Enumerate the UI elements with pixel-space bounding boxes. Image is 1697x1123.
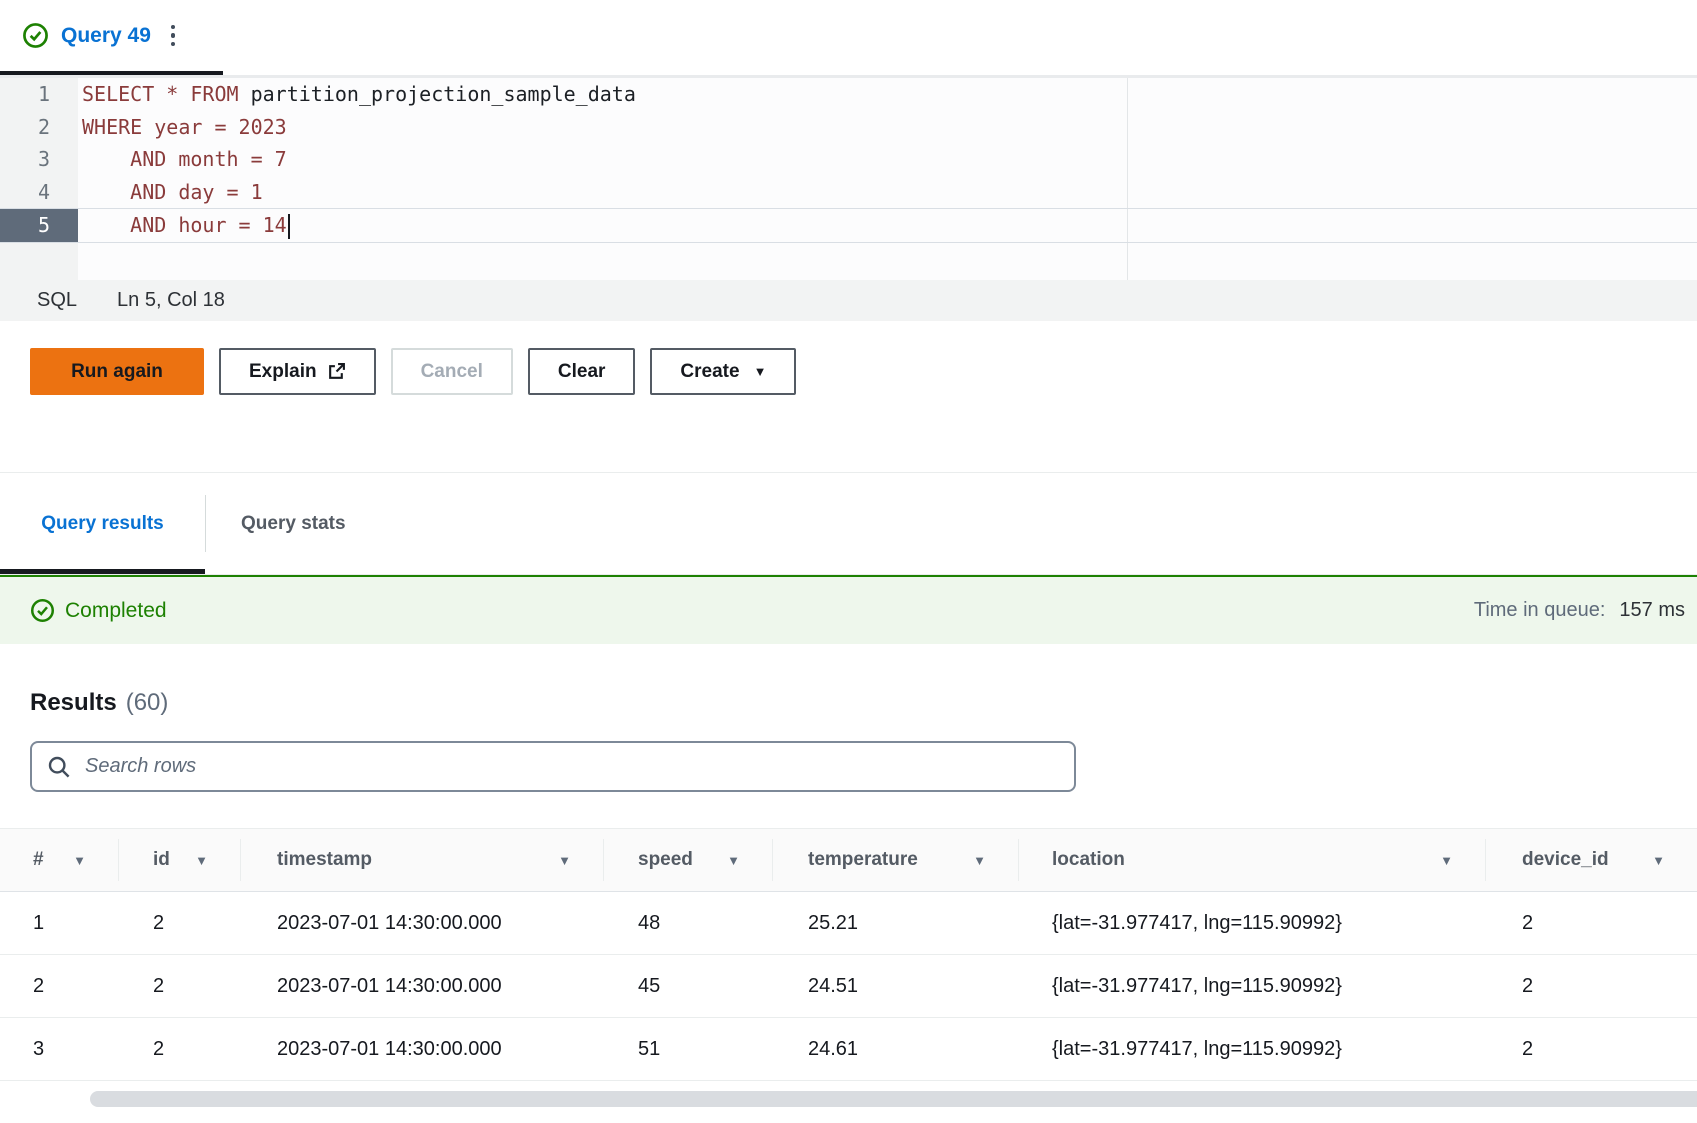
- column-header-speed: speed ▼: [603, 829, 772, 891]
- create-label: Create: [680, 361, 739, 383]
- column-header-temperature: temperature ▼: [772, 829, 1018, 891]
- query-results-tab-label: Query results: [41, 513, 164, 535]
- query-tab[interactable]: Query 49: [0, 0, 223, 75]
- create-dropdown-button[interactable]: Create ▼: [650, 348, 796, 395]
- code-line-1[interactable]: 1 SELECT * FROM partition_projection_sam…: [0, 78, 1697, 111]
- results-tab-bar: Query results Query stats: [0, 473, 1697, 575]
- cell-speed: 45: [603, 955, 772, 1017]
- cell-index: 2: [0, 955, 118, 1017]
- tab-query-stats[interactable]: Query stats: [206, 473, 381, 574]
- code-text: SELECT * FROM partition_projection_sampl…: [78, 78, 636, 111]
- clear-label: Clear: [558, 361, 606, 383]
- cell-timestamp: 2023-07-01 14:30:00.000: [240, 955, 603, 1017]
- cell-temperature: 24.61: [772, 1018, 1018, 1080]
- results-count: (60): [126, 689, 169, 717]
- search-rows-input[interactable]: [30, 741, 1076, 792]
- filter-icon[interactable]: ▼: [193, 852, 210, 869]
- editor-status-bar: SQL Ln 5, Col 18: [0, 280, 1697, 321]
- explain-label: Explain: [249, 361, 317, 383]
- query-actions: Run again Explain Cancel Clear Create ▼: [0, 321, 1697, 395]
- column-header-index: # ▼: [0, 829, 118, 891]
- time-in-queue-label: Time in queue:: [1474, 599, 1606, 622]
- chevron-down-icon: ▼: [754, 365, 767, 378]
- line-number: 4: [0, 176, 78, 209]
- cell-device-id: 2: [1485, 1018, 1697, 1080]
- cancel-label: Cancel: [421, 361, 483, 383]
- language-label: SQL: [37, 289, 77, 312]
- filter-icon[interactable]: ▼: [725, 852, 742, 869]
- line-number: 2: [0, 111, 78, 144]
- query-status-banner: Completed Time in queue: 157 ms: [0, 575, 1697, 644]
- cell-location: {lat=-31.977417, lng=115.90992}: [1018, 1018, 1485, 1080]
- query-tab-title: Query 49: [61, 24, 151, 48]
- cell-id: 2: [118, 892, 240, 954]
- table-row[interactable]: 1 2 2023-07-01 14:30:00.000 48 25.21 {la…: [0, 892, 1697, 955]
- status-completed-label: Completed: [65, 599, 167, 623]
- code-text: AND day = 1: [78, 176, 263, 209]
- clear-button[interactable]: Clear: [528, 348, 636, 395]
- time-in-queue-value: 157 ms: [1619, 599, 1685, 622]
- line-number: 3: [0, 143, 78, 176]
- cell-location: {lat=-31.977417, lng=115.90992}: [1018, 955, 1485, 1017]
- text-cursor: [288, 214, 290, 239]
- query-stats-tab-label: Query stats: [241, 513, 346, 535]
- cell-timestamp: 2023-07-01 14:30:00.000: [240, 892, 603, 954]
- column-header-timestamp: timestamp ▼: [240, 829, 603, 891]
- cell-id: 2: [118, 955, 240, 1017]
- status-completed: Completed: [30, 598, 167, 623]
- table-header-row: # ▼ id ▼ timestamp ▼ speed ▼ temperature…: [0, 828, 1697, 892]
- line-number: 5: [0, 209, 78, 242]
- cell-timestamp: 2023-07-01 14:30:00.000: [240, 1018, 603, 1080]
- cancel-button[interactable]: Cancel: [391, 348, 513, 395]
- sql-editor[interactable]: 1 SELECT * FROM partition_projection_sam…: [0, 75, 1697, 280]
- results-table: # ▼ id ▼ timestamp ▼ speed ▼ temperature…: [0, 828, 1697, 1107]
- run-again-label: Run again: [71, 361, 163, 383]
- column-header-device-id: device_id ▼: [1485, 829, 1697, 891]
- cell-temperature: 24.51: [772, 955, 1018, 1017]
- query-success-icon: [22, 22, 49, 49]
- code-text: AND month = 7: [78, 143, 287, 176]
- results-heading: Results (60): [30, 689, 1697, 717]
- cell-temperature: 25.21: [772, 892, 1018, 954]
- filter-icon[interactable]: ▼: [971, 852, 988, 869]
- completed-check-icon: [30, 598, 55, 623]
- cell-device-id: 2: [1485, 955, 1697, 1017]
- external-link-icon: [317, 362, 346, 381]
- code-line-3[interactable]: 3 AND month = 7: [0, 143, 1697, 176]
- column-header-location: location ▼: [1018, 829, 1485, 891]
- cell-index: 1: [0, 892, 118, 954]
- code-text: WHERE year = 2023: [78, 111, 287, 144]
- cell-speed: 51: [603, 1018, 772, 1080]
- table-row[interactable]: 2 2 2023-07-01 14:30:00.000 45 24.51 {la…: [0, 955, 1697, 1018]
- cell-index: 3: [0, 1018, 118, 1080]
- filter-icon[interactable]: ▼: [1438, 852, 1455, 869]
- filter-icon[interactable]: ▼: [1650, 852, 1667, 869]
- query-tab-bar: Query 49: [0, 0, 1697, 75]
- line-number: 1: [0, 78, 78, 111]
- filter-icon[interactable]: ▼: [71, 852, 88, 869]
- results-title: Results: [30, 689, 117, 717]
- cell-device-id: 2: [1485, 892, 1697, 954]
- cell-speed: 48: [603, 892, 772, 954]
- tab-query-results[interactable]: Query results: [0, 473, 205, 574]
- run-again-button[interactable]: Run again: [30, 348, 204, 395]
- tab-menu-kebab-icon[interactable]: [167, 21, 180, 51]
- cell-id: 2: [118, 1018, 240, 1080]
- table-row[interactable]: 3 2 2023-07-01 14:30:00.000 51 24.61 {la…: [0, 1018, 1697, 1081]
- code-text: AND hour = 14: [78, 209, 290, 242]
- column-header-id: id ▼: [118, 829, 240, 891]
- code-line-5-active[interactable]: 5 AND hour = 14: [0, 208, 1697, 243]
- horizontal-scrollbar[interactable]: [90, 1091, 1697, 1107]
- code-line-2[interactable]: 2 WHERE year = 2023: [0, 111, 1697, 144]
- search-rows-container: [30, 741, 1076, 792]
- cell-location: {lat=-31.977417, lng=115.90992}: [1018, 892, 1485, 954]
- explain-button[interactable]: Explain: [219, 348, 376, 395]
- filter-icon[interactable]: ▼: [556, 852, 573, 869]
- cursor-position-label: Ln 5, Col 18: [117, 289, 225, 312]
- code-line-4[interactable]: 4 AND day = 1: [0, 176, 1697, 209]
